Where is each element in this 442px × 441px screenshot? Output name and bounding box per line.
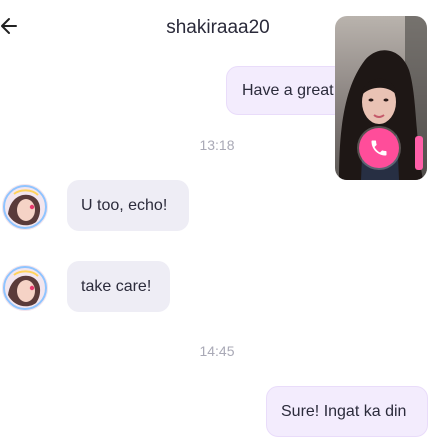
- incoming-message[interactable]: take care!: [67, 261, 170, 312]
- avatar-image: [2, 184, 48, 230]
- avatar[interactable]: [2, 265, 48, 311]
- avatar-image: [2, 265, 48, 311]
- video-call-button[interactable]: [359, 128, 399, 168]
- contact-name[interactable]: shakiraaa20: [130, 17, 306, 39]
- outgoing-message[interactable]: Sure! Ingat ka din: [266, 386, 428, 437]
- outgoing-message[interactable]: Have a great: [226, 66, 346, 115]
- timestamp: 14:45: [199, 343, 235, 359]
- avatar[interactable]: [2, 184, 48, 230]
- incoming-message[interactable]: U too, echo!: [67, 180, 189, 231]
- message-text: Have a great: [242, 81, 334, 99]
- back-button[interactable]: [0, 15, 22, 37]
- message-text: Sure! Ingat ka din: [281, 402, 407, 420]
- arrow-left-icon: [1, 18, 17, 34]
- timestamp: 13:18: [199, 137, 235, 153]
- message-text: take care!: [81, 277, 152, 295]
- message-text: U too, echo!: [81, 196, 168, 214]
- phone-icon: [371, 140, 387, 156]
